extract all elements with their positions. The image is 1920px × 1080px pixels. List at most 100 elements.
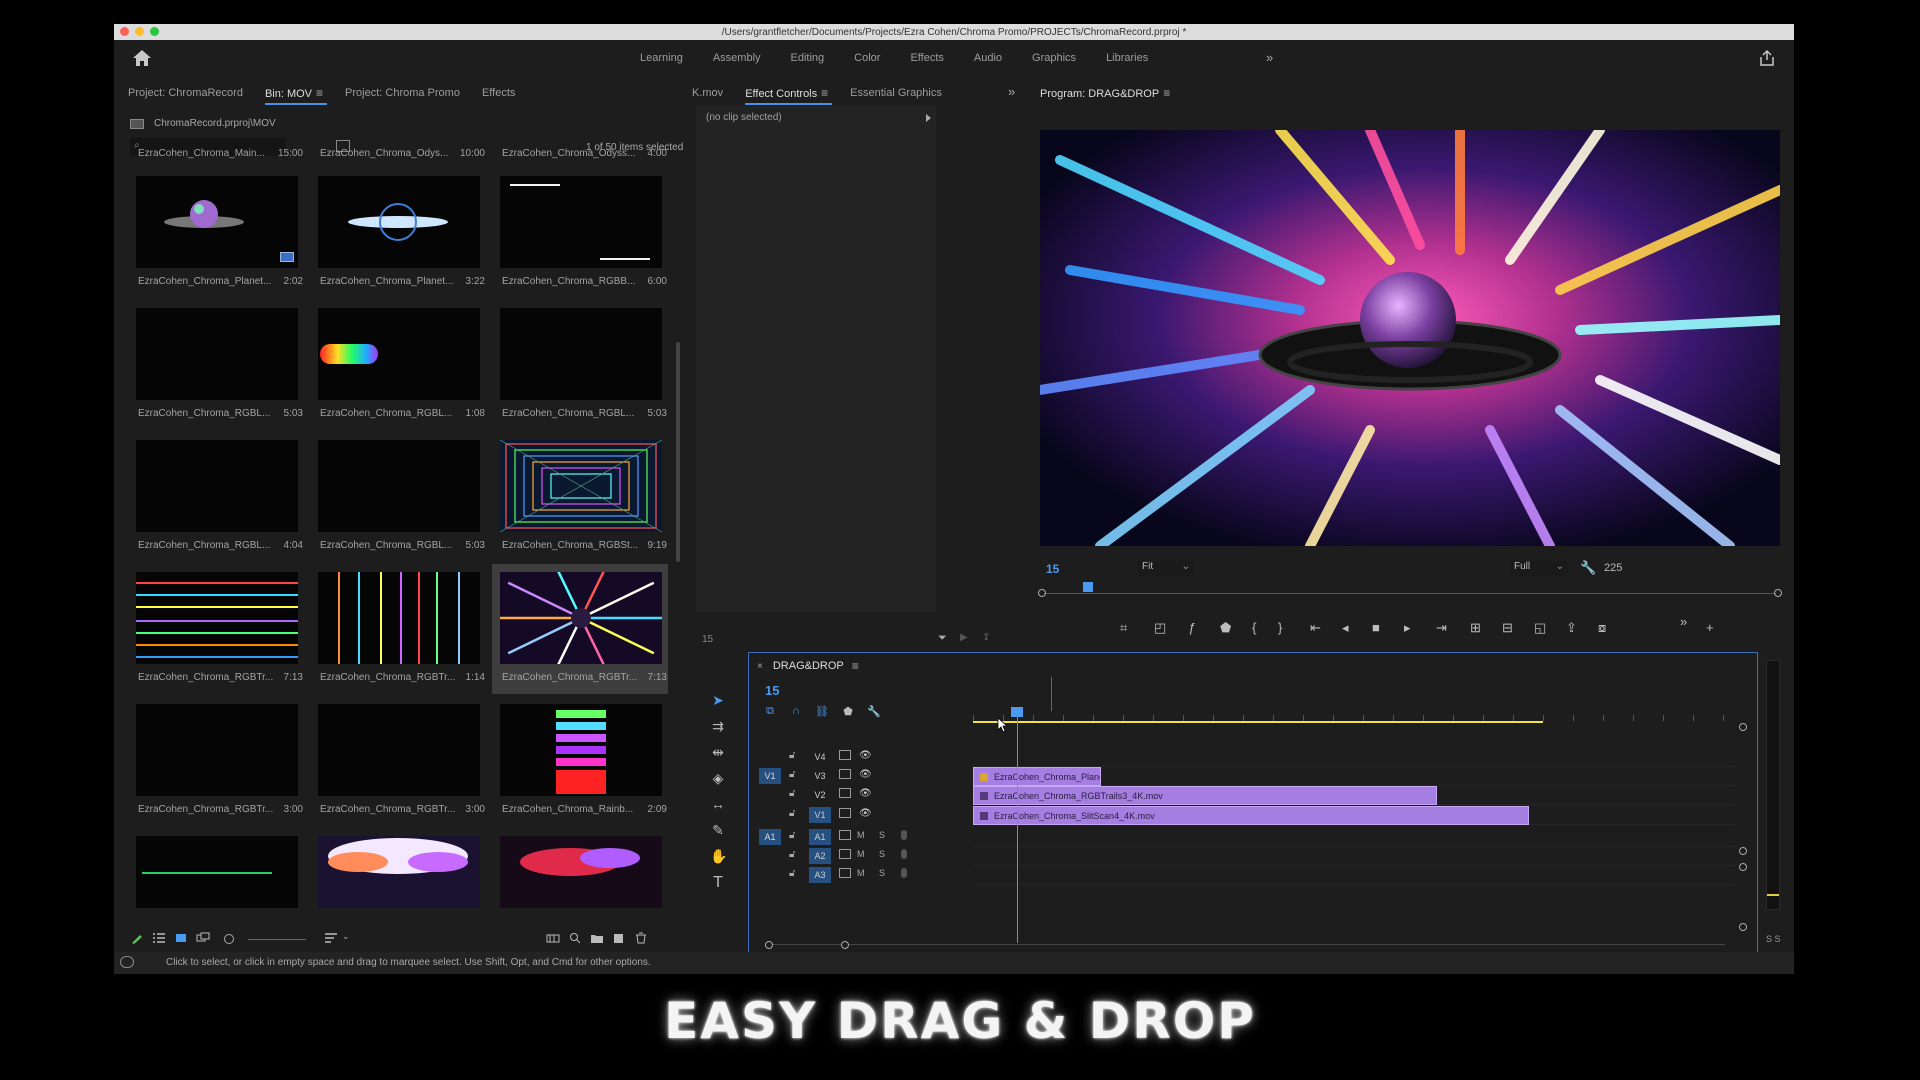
- camera-icon[interactable]: ⧇: [1598, 620, 1606, 636]
- chevron-down-icon[interactable]: ⌄: [342, 931, 350, 942]
- solo-button[interactable]: S: [879, 868, 885, 878]
- media-thumbnail[interactable]: [500, 176, 662, 268]
- media-thumbnail[interactable]: [500, 440, 662, 532]
- eye-icon[interactable]: 👁︎: [859, 788, 872, 799]
- workspace-more-button[interactable]: »: [1266, 50, 1273, 65]
- panel-menu-icon[interactable]: ≡: [1163, 86, 1170, 100]
- media-tile[interactable]: EzraCohen_Chroma_RGBL... 5:03: [492, 300, 668, 430]
- selection-tool-icon[interactable]: ➤: [710, 692, 726, 708]
- vertical-zoom-knob[interactable]: [1739, 723, 1747, 731]
- track-lane[interactable]: [973, 846, 1735, 866]
- timeline-playhead[interactable]: [1017, 711, 1018, 943]
- track-name[interactable]: V2: [809, 787, 831, 803]
- ripple-edit-tool-icon[interactable]: ⇹: [710, 744, 726, 760]
- comparison-view-icon[interactable]: ◰: [1154, 620, 1166, 636]
- new-item-icon[interactable]: [612, 932, 626, 944]
- project-tab[interactable]: Project: Chroma Promo: [345, 87, 460, 99]
- media-thumbnail[interactable]: [136, 836, 298, 908]
- close-window-button[interactable]: [120, 27, 129, 36]
- meter-solo-labels[interactable]: S S: [1766, 934, 1781, 944]
- zoom-window-button[interactable]: [150, 27, 159, 36]
- stop-icon[interactable]: ■: [1372, 620, 1380, 635]
- sync-lock-icon[interactable]: [839, 808, 851, 818]
- track-lane[interactable]: [973, 827, 1735, 847]
- program-title[interactable]: Program: DRAG&DROP ≡: [1040, 86, 1170, 100]
- audio-zoom-knob[interactable]: [1739, 923, 1747, 931]
- filter-icon[interactable]: ⏷: [938, 632, 947, 645]
- sync-lock-icon[interactable]: [839, 868, 851, 878]
- effect-panel-tab[interactable]: K.mov: [692, 87, 723, 99]
- zoom-slider-knob[interactable]: [224, 934, 234, 944]
- zoom-slider-track[interactable]: [248, 939, 306, 940]
- vertical-zoom-knob[interactable]: [1739, 847, 1747, 855]
- track-name[interactable]: V4: [809, 749, 831, 765]
- sort-icon[interactable]: [324, 932, 338, 944]
- hand-tool-icon[interactable]: ✋: [710, 848, 727, 864]
- media-thumbnail[interactable]: [500, 308, 662, 400]
- nest-icon[interactable]: ⧉: [763, 705, 777, 718]
- track-lane[interactable]: [973, 865, 1735, 885]
- workspace-tab-learning[interactable]: Learning: [640, 52, 683, 64]
- automate-to-sequence-icon[interactable]: [546, 932, 560, 944]
- source-patch[interactable]: [759, 807, 781, 823]
- source-patch[interactable]: [759, 867, 781, 883]
- lock-icon[interactable]: 🔓︎: [789, 808, 795, 819]
- mic-icon[interactable]: [901, 868, 907, 878]
- lift-icon[interactable]: ⊞: [1470, 620, 1481, 636]
- workspace-tab-graphics[interactable]: Graphics: [1032, 52, 1076, 64]
- source-patch[interactable]: [759, 848, 781, 864]
- media-thumbnail[interactable]: [318, 572, 480, 664]
- sync-lock-icon[interactable]: [839, 788, 851, 798]
- scrub-end-knob[interactable]: [1774, 589, 1782, 597]
- scroll-end-knob[interactable]: [841, 941, 849, 949]
- workspace-tab-libraries[interactable]: Libraries: [1106, 52, 1148, 64]
- panel-menu-icon[interactable]: ≡: [852, 659, 859, 673]
- project-tab[interactable]: Effects: [482, 87, 515, 99]
- fit-dropdown[interactable]: Fit ⌄: [1138, 561, 1194, 577]
- add-marker-icon[interactable]: ⬟: [841, 705, 855, 718]
- media-tile[interactable]: EzraCohen_Chroma_RGBL... 4:04: [128, 432, 310, 562]
- source-patch[interactable]: [759, 749, 781, 765]
- find-icon[interactable]: [568, 932, 582, 944]
- step-forward-icon[interactable]: ▸: [1404, 620, 1411, 636]
- media-thumbnail[interactable]: [318, 836, 480, 908]
- sync-lock-icon[interactable]: [839, 750, 851, 760]
- media-item-label[interactable]: EzraCohen_Chroma_Odys... 10:00: [320, 148, 485, 159]
- play-audio-icon[interactable]: ▶: [960, 632, 968, 643]
- trash-icon[interactable]: [634, 932, 648, 944]
- media-thumbnail[interactable]: [318, 176, 480, 268]
- panel-menu-icon[interactable]: ≡: [821, 86, 828, 100]
- program-playhead[interactable]: [1082, 582, 1093, 592]
- more-controls-button[interactable]: »: [1680, 614, 1687, 629]
- slip-tool-icon[interactable]: ↔: [710, 796, 726, 812]
- work-area-bar[interactable]: [973, 721, 1543, 723]
- close-icon[interactable]: ×: [757, 661, 763, 672]
- timeline-clip[interactable]: EzraCohen_Chroma_RGBTrails3_4K.mov: [973, 786, 1437, 805]
- expand-arrow-icon[interactable]: [926, 114, 931, 122]
- media-tile[interactable]: EzraCohen_Chroma_Planet... 3:22: [310, 168, 492, 298]
- overlay-icon[interactable]: ◱: [1534, 620, 1546, 636]
- pen-tool-icon[interactable]: ✎: [710, 822, 726, 838]
- sequence-name[interactable]: DRAG&DROP: [773, 660, 844, 672]
- export-frame-icon[interactable]: ⇪: [1566, 620, 1577, 636]
- fx-icon[interactable]: ƒ: [1188, 620, 1195, 635]
- media-tile[interactable]: EzraCohen_Chroma_Rainb... 2:09: [492, 696, 668, 826]
- track-lane[interactable]: EzraCohen_Chroma_SlitScan4_4K.mov: [973, 805, 1735, 825]
- linked-selection-icon[interactable]: ⛓: [815, 705, 829, 718]
- mark-in-icon[interactable]: {: [1252, 620, 1256, 635]
- track-lane[interactable]: [973, 747, 1735, 767]
- effect-panel-tab[interactable]: Essential Graphics: [850, 87, 942, 99]
- media-thumbnail[interactable]: [136, 572, 298, 664]
- lock-icon[interactable]: 🔓︎: [789, 868, 795, 879]
- media-tile[interactable]: EzraCohen_Chroma_RGBSt... 9:19: [492, 432, 668, 562]
- home-icon[interactable]: [132, 49, 152, 67]
- media-thumbnail[interactable]: [136, 704, 298, 796]
- sync-lock-icon[interactable]: [839, 830, 851, 840]
- media-tile[interactable]: EzraCohen_Chroma_RGBTr... 3:00: [310, 696, 492, 826]
- media-thumbnail[interactable]: [318, 704, 480, 796]
- go-to-out-icon[interactable]: ⇥: [1436, 620, 1447, 636]
- track-lane[interactable]: EzraCohen_Chroma_Planet2_4K: [973, 766, 1735, 786]
- program-scrubber[interactable]: [1038, 582, 1782, 597]
- new-bin-icon[interactable]: [590, 932, 604, 944]
- track-lane[interactable]: EzraCohen_Chroma_RGBTrails3_4K.mov: [973, 785, 1735, 805]
